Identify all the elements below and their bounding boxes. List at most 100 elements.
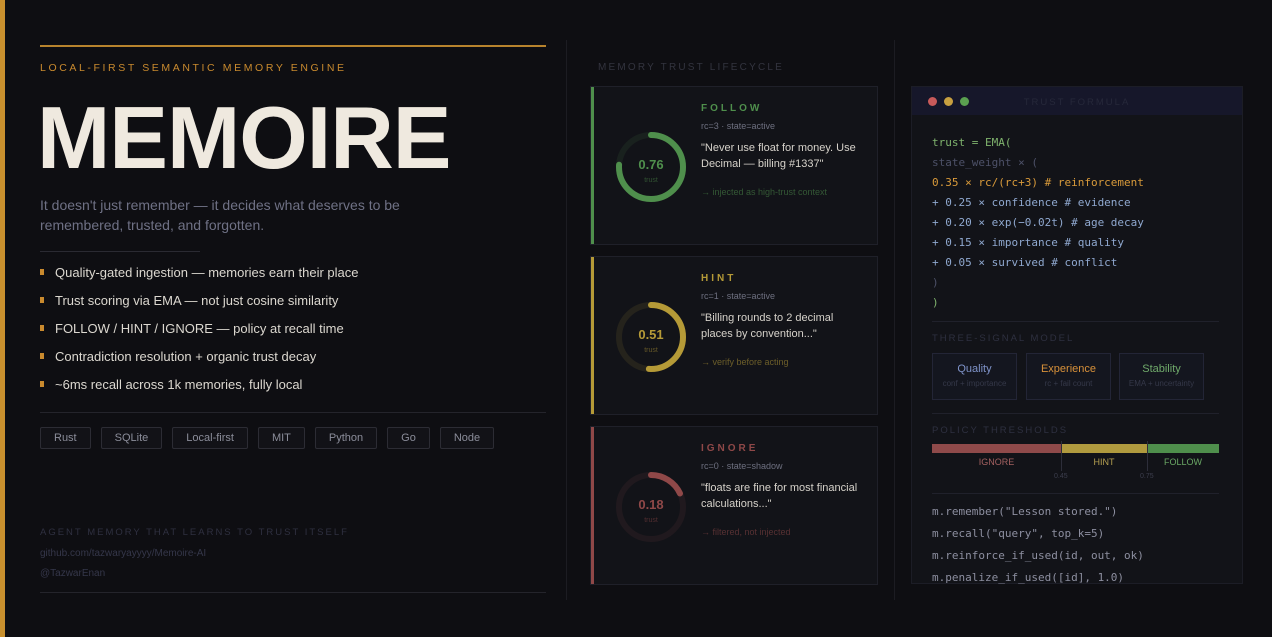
card-meta: rc=1 · state=active (701, 291, 776, 301)
divider (932, 493, 1219, 494)
signal-sub: EMA + uncertainty (1128, 379, 1195, 388)
threshold-value: 0.75 (1140, 473, 1154, 480)
accent-edge (0, 0, 5, 637)
card-note: → verify before acting (701, 357, 789, 367)
card-meta: rc=3 · state=active (701, 121, 776, 131)
memory-card-follow: 0.76 trust FOLLOW rc=3 · state=active "N… (590, 86, 878, 245)
memory-quote: "floats are fine for most financial calc… (701, 482, 858, 510)
threshold-label-ignore: IGNORE (978, 457, 1015, 467)
divider (40, 412, 546, 413)
divider (932, 321, 1219, 322)
window-title: TRUST FORMULA (1023, 97, 1131, 108)
signal-quality: Quality conf + importance (932, 353, 1017, 400)
window-titlebar: TRUST FORMULA (912, 87, 1242, 115)
state-label: HINT (701, 273, 737, 284)
tag-go[interactable]: Go (387, 427, 430, 449)
github-link[interactable]: github.com/tazwaryayyyy/Memoire-AI (40, 548, 206, 559)
card-edge (591, 427, 594, 584)
signal-name: Experience (1040, 363, 1097, 375)
feature-item: FOLLOW / HINT / IGNORE — policy at recal… (40, 319, 358, 347)
card-meta: rc=0 · state=shadow (701, 461, 783, 471)
feature-text: Trust scoring via EMA — not just cosine … (55, 293, 339, 308)
formula-code: trust = EMA( state_weight × ( 0.35 × rc/… (932, 133, 1144, 313)
trust-value: 0.76 (638, 157, 663, 172)
threshold-label-hint: HINT (1093, 457, 1115, 467)
memory-card-ignore: 0.18 trust IGNORE rc=0 · state=shadow "f… (590, 426, 878, 585)
bottom-divider (40, 592, 546, 593)
bullet-icon (40, 381, 44, 387)
signal-name: Quality (957, 363, 992, 375)
tag-list: Rust SQLite Local-first MIT Python Go No… (40, 427, 495, 449)
state-label: FOLLOW (701, 103, 763, 114)
tag-mit[interactable]: MIT (257, 427, 305, 449)
code-line: + 0.05 × survived # conflict (932, 256, 1118, 269)
hero-eyebrow: LOCAL-FIRST SEMANTIC MEMORY ENGINE (40, 62, 347, 74)
tag-rust[interactable]: Rust (40, 427, 91, 449)
memory-quote: "Billing rounds to 2 decimal places by c… (701, 312, 834, 340)
threshold-bar-hint (1061, 444, 1147, 453)
signal-sub: rc + fail count (1044, 379, 1093, 388)
code-line: ) (932, 276, 939, 289)
signal-name: Stability (1142, 363, 1181, 375)
card-note: → injected as high-trust context (701, 187, 828, 197)
api-line: m.reinforce_if_used(id, out, ok) (932, 549, 1144, 562)
bullet-icon (40, 297, 44, 303)
tag-node[interactable]: Node (439, 427, 495, 449)
code-line: + 0.15 × importance # quality (932, 236, 1125, 249)
feature-text: Quality-gated ingestion — memories earn … (55, 265, 359, 280)
feature-item: Contradiction resolution + organic trust… (40, 347, 358, 375)
api-examples: m.remember("Lesson stored.") m.recall("q… (932, 501, 1144, 589)
memory-card-hint: 0.51 trust HINT rc=1 · state=active "Bil… (590, 256, 878, 415)
code-line: trust = EMA( (932, 136, 1012, 149)
threshold-bar-ignore (932, 444, 1061, 453)
trust-value: 0.18 (638, 497, 663, 512)
trust-lifecycle-panel: MEMORY TRUST LIFECYCLE 0.76 trust FOLLOW… (590, 0, 880, 637)
trust-value: 0.51 (638, 327, 663, 342)
thresholds-eyebrow: POLICY THRESHOLDS (932, 425, 1069, 436)
trust-sub-label: trust (644, 517, 658, 524)
code-line: + 0.25 × confidence # evidence (932, 196, 1131, 209)
api-line: m.recall("query", top_k=5) (932, 527, 1105, 540)
signal-stability: Stability EMA + uncertainty (1119, 353, 1204, 400)
top-divider (40, 45, 546, 47)
page-title: MEMOIRE (37, 88, 451, 187)
tag-local-first[interactable]: Local-first (172, 427, 248, 449)
feature-item: ~6ms recall across 1k memories, fully lo… (40, 375, 358, 403)
footer-eyebrow: AGENT MEMORY THAT LEARNS TO TRUST ITSELF (40, 527, 349, 538)
threshold-label-follow: FOLLOW (1163, 457, 1202, 467)
feature-text: Contradiction resolution + organic trust… (55, 349, 317, 364)
tag-sqlite[interactable]: SQLite (100, 427, 163, 449)
code-line: 0.35 × rc/(rc+3) # reinforcement (932, 176, 1144, 189)
api-line: m.penalize_if_used([id], 1.0) (932, 571, 1125, 584)
memory-quote: "Never use float for money. Use Decimal … (701, 142, 856, 170)
bullet-icon (40, 353, 44, 359)
trust-gauge: 0.76 trust (616, 132, 686, 202)
trust-gauge: 0.18 trust (616, 472, 686, 542)
feature-text: ~6ms recall across 1k memories, fully lo… (55, 377, 303, 392)
tagline: It doesn't just remember — it decides wh… (40, 197, 400, 233)
divider (932, 413, 1219, 414)
signal-sub: conf + importance (942, 379, 1007, 388)
column-divider (566, 40, 567, 600)
api-line: m.remember("Lesson stored.") (932, 505, 1118, 518)
signals-eyebrow: THREE-SIGNAL MODEL (932, 333, 1075, 344)
feature-item: Trust scoring via EMA — not just cosine … (40, 291, 358, 319)
code-line: + 0.20 × exp(−0.02t) # age decay (932, 216, 1144, 229)
author-handle[interactable]: @TazwarEnan (40, 568, 105, 579)
code-line: state_weight × ( (932, 156, 1038, 169)
trust-formula-window: TRUST FORMULA trust = EMA( state_weight … (911, 86, 1243, 584)
code-line: ) (932, 296, 939, 309)
tag-python[interactable]: Python (314, 427, 378, 449)
trust-sub-label: trust (644, 177, 658, 184)
lifecycle-eyebrow: MEMORY TRUST LIFECYCLE (598, 62, 785, 73)
feature-list: Quality-gated ingestion — memories earn … (40, 263, 358, 403)
bullet-icon (40, 325, 44, 331)
trust-gauge: 0.51 trust (616, 302, 686, 372)
feature-item: Quality-gated ingestion — memories earn … (40, 263, 358, 291)
hero-panel: LOCAL-FIRST SEMANTIC MEMORY ENGINE MEMOI… (37, 0, 546, 637)
card-note: → filtered, not injected (701, 527, 791, 537)
short-divider (40, 251, 200, 252)
threshold-value: 0.45 (1054, 473, 1068, 480)
state-label: IGNORE (701, 443, 759, 454)
bullet-icon (40, 269, 44, 275)
